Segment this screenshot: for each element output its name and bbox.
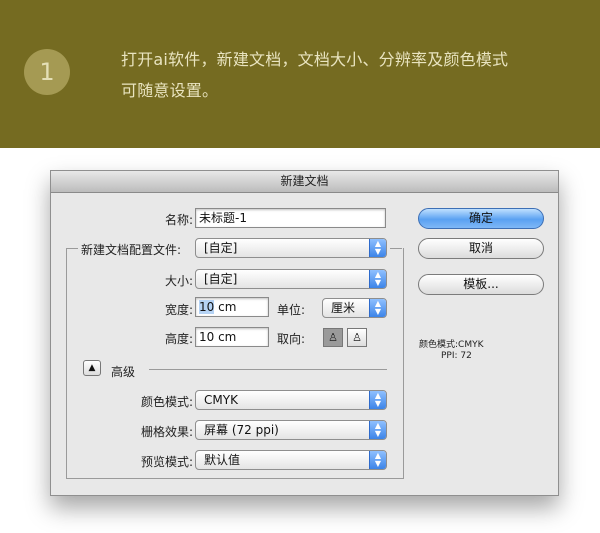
raster-effects-select-value: 屏幕 (72 ppi) — [204, 423, 279, 437]
color-mode-select-value: CMYK — [204, 393, 238, 407]
name-label: 名称: — [164, 213, 193, 227]
updown-arrows-icon: ▲ ▼ — [369, 299, 386, 317]
units-select-value: 厘米 — [331, 301, 356, 315]
size-select[interactable]: [自定] ▲ ▼ — [195, 269, 387, 289]
color-mode-select[interactable]: CMYK ▲ ▼ — [195, 390, 387, 410]
updown-arrows-icon: ▲ ▼ — [369, 451, 386, 469]
updown-arrows-icon: ▲ ▼ — [369, 421, 386, 439]
step-instruction: 打开ai软件，新建文档，文档大小、分辨率及颜色模式 可随意设置。 — [121, 44, 571, 106]
size-select-value: [自定] — [204, 272, 238, 286]
header-banner: 1 打开ai软件，新建文档，文档大小、分辨率及颜色模式 可随意设置。 — [0, 0, 600, 148]
portrait-orientation-icon[interactable]: ♙ — [323, 328, 343, 347]
width-label: 宽度: — [164, 303, 193, 317]
updown-arrows-icon: ▲ ▼ — [369, 270, 386, 288]
height-label: 高度: — [164, 332, 193, 346]
updown-arrows-icon: ▲ ▼ — [369, 391, 386, 409]
advanced-disclosure-triangle-icon[interactable]: ▲ — [83, 360, 101, 376]
width-value-unit: cm — [214, 300, 237, 314]
info-color-mode: 颜色模式:CMYK — [419, 340, 484, 350]
preview-mode-label: 预览模式: — [140, 455, 193, 469]
units-select[interactable]: 厘米 ▲ ▼ — [322, 298, 387, 318]
step-number-badge: 1 — [24, 49, 70, 95]
name-input[interactable]: 未标题-1 — [195, 208, 386, 228]
cancel-button[interactable]: 取消 — [418, 238, 544, 259]
profile-label: 新建文档配置文件: — [81, 243, 182, 257]
ok-button[interactable]: 确定 — [418, 208, 544, 229]
width-value-number: 10 — [199, 300, 215, 314]
new-document-dialog: 新建文档 名称: 未标题-1 新建文档配置文件: [自定] ▲ ▼ 大小: [自定… — [50, 170, 559, 496]
size-label: 大小: — [164, 274, 193, 288]
height-input[interactable]: 10 cm — [195, 327, 269, 347]
orientation-label: 取向: — [277, 332, 306, 346]
landscape-orientation-icon[interactable]: ♙ — [347, 328, 367, 347]
profile-select-value: [自定] — [204, 241, 238, 255]
step-instruction-line2: 可随意设置。 — [121, 81, 219, 100]
units-label: 单位: — [277, 303, 306, 317]
info-ppi: PPI: 72 — [441, 351, 472, 361]
updown-arrows-icon: ▲ ▼ — [369, 239, 386, 257]
advanced-divider — [149, 369, 387, 370]
step-instruction-line1: 打开ai软件，新建文档，文档大小、分辨率及颜色模式 — [121, 50, 509, 69]
width-input[interactable]: 10 cm — [195, 297, 269, 317]
dialog-title: 新建文档 — [51, 171, 558, 193]
raster-effects-label: 栅格效果: — [140, 425, 193, 439]
preview-mode-select-value: 默认值 — [204, 453, 241, 467]
preview-mode-select[interactable]: 默认值 ▲ ▼ — [195, 450, 387, 470]
advanced-label: 高级 — [111, 365, 136, 379]
raster-effects-select[interactable]: 屏幕 (72 ppi) ▲ ▼ — [195, 420, 387, 440]
profile-select[interactable]: [自定] ▲ ▼ — [195, 238, 387, 258]
templates-button[interactable]: 模板... — [418, 274, 544, 295]
color-mode-label: 颜色模式: — [140, 395, 193, 409]
